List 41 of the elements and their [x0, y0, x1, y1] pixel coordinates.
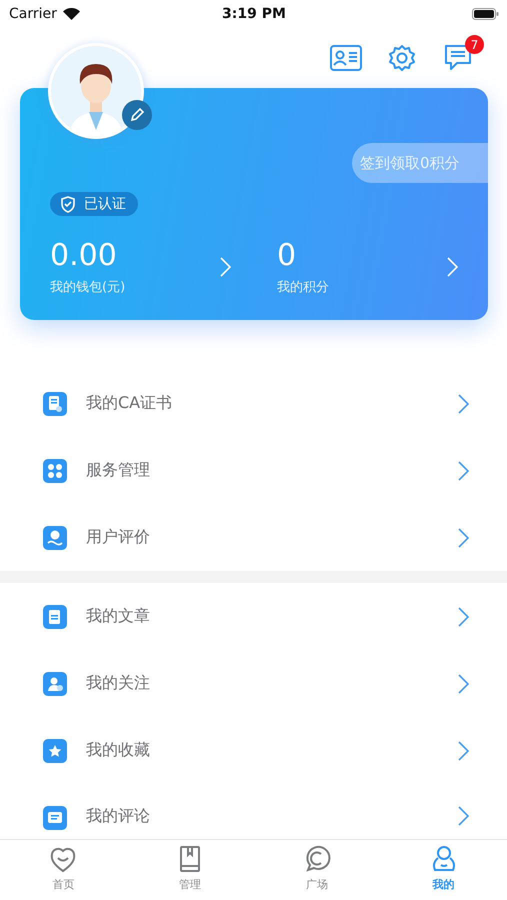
- id-card-icon[interactable]: [329, 42, 363, 74]
- menu-label: 用户评价: [86, 527, 151, 548]
- chevron-icon: [458, 806, 469, 826]
- menu-label: 我的CA证书: [86, 393, 174, 414]
- chevron-icon: [458, 528, 469, 548]
- tab[interactable]: 我的: [380, 840, 507, 900]
- clock-time: 3:19 PM: [222, 6, 286, 22]
- stat-link[interactable]: 0 我的积分: [277, 238, 458, 296]
- menu-label: 我的评论: [86, 806, 151, 827]
- tab[interactable]: 管理: [126, 840, 254, 900]
- chevron-icon: [458, 606, 469, 626]
- verified-label: 已认证: [84, 195, 126, 213]
- wifi-icon: [62, 8, 80, 20]
- chevron-icon: [458, 460, 469, 480]
- badge-icon: [43, 526, 67, 550]
- chevron-icon: [220, 257, 231, 277]
- menu-label: 我的文章: [86, 606, 151, 627]
- tab[interactable]: 首页: [0, 840, 127, 900]
- shield-check-icon: [60, 196, 76, 212]
- comment-icon: [43, 806, 67, 830]
- certificate-icon: [43, 392, 67, 416]
- battery-icon: [472, 8, 499, 20]
- chevron-icon: [458, 674, 469, 694]
- pencil-icon: [129, 107, 145, 123]
- menu-label: 我的收藏: [86, 740, 151, 761]
- chevron-icon: [447, 257, 458, 277]
- person-icon: [43, 672, 67, 696]
- notification-badge: 7: [465, 35, 484, 54]
- document-icon: [43, 604, 67, 628]
- tab[interactable]: 广场: [254, 840, 380, 900]
- chevron-icon: [458, 394, 469, 414]
- chevron-icon: [458, 740, 469, 760]
- stat-value: 0: [277, 238, 298, 274]
- stat-link[interactable]: 0.00 我的钱包(元): [50, 238, 231, 296]
- menu-label: 服务管理: [86, 460, 151, 481]
- stat-value: 0.00: [50, 238, 118, 274]
- menu-label: 我的关注: [86, 673, 151, 694]
- carrier-label: Carrier: [9, 6, 57, 22]
- stat-label: 我的积分: [277, 279, 329, 296]
- stat-label: 我的钱包(元): [50, 279, 126, 296]
- grid-icon: [43, 458, 67, 482]
